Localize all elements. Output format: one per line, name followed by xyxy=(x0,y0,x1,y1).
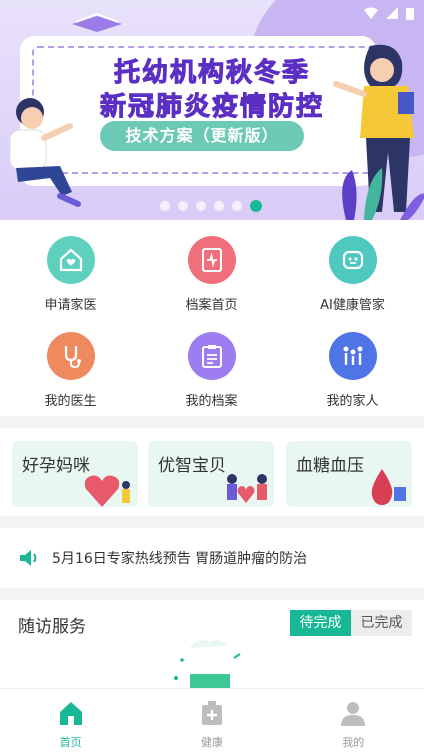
announcement-text: 5月16日专家热线预告 胃肠道肿瘤的防治 xyxy=(52,551,308,567)
feature-cards: 好孕妈咪 优智宝贝 血糖血压 xyxy=(0,428,424,516)
grid-item-record-home[interactable]: 档案首页 xyxy=(141,236,282,313)
announcement-bar[interactable]: 5月16日专家热线预告 胃肠道肿瘤的防治 xyxy=(0,528,424,588)
document-heart-icon xyxy=(187,236,236,284)
grid-label: 我的医生 xyxy=(44,394,97,409)
grid-label: 我的家人 xyxy=(326,394,379,409)
user-icon xyxy=(341,702,366,726)
family-icon xyxy=(328,332,377,380)
service-grid: 申请家医 档案首页 AI健康管家 我的医生 我的档案 我的家人 xyxy=(0,220,424,416)
card-smart-baby[interactable]: 优智宝贝 xyxy=(148,441,274,507)
medical-kit-icon xyxy=(201,701,222,725)
carousel-dot-active[interactable] xyxy=(250,200,262,212)
robot-icon xyxy=(328,236,377,284)
carousel-indicator xyxy=(160,200,262,212)
followup-tabs: 待完成 已完成 xyxy=(290,610,412,636)
nav-label-health: 健康 xyxy=(200,736,223,749)
followup-section: 随访服务 待完成 已完成 xyxy=(0,600,424,688)
nav-label-home: 首页 xyxy=(59,736,82,749)
person-illustration-left xyxy=(9,98,81,207)
plant-illustration xyxy=(342,168,424,220)
stethoscope-icon xyxy=(46,332,95,380)
card-pregnancy[interactable]: 好孕妈咪 xyxy=(12,441,138,507)
grid-item-my-record[interactable]: 我的档案 xyxy=(141,332,282,409)
carousel-dot[interactable] xyxy=(196,201,206,211)
carousel-dot[interactable] xyxy=(178,201,188,211)
grid-item-ai-health-manager[interactable]: AI健康管家 xyxy=(282,236,423,313)
wifi-icon xyxy=(364,7,378,19)
grid-label: 档案首页 xyxy=(185,298,238,313)
carousel-dot[interactable] xyxy=(232,201,242,211)
section-title: 随访服务 xyxy=(18,617,86,637)
nav-label-mine: 我的 xyxy=(342,736,365,749)
status-bar xyxy=(0,0,424,26)
grid-label: AI健康管家 xyxy=(320,298,385,313)
grid-label: 申请家医 xyxy=(44,298,97,313)
battery-icon xyxy=(406,7,414,20)
grid-item-my-family[interactable]: 我的家人 xyxy=(282,332,423,409)
nav-mine[interactable]: 我的 xyxy=(283,689,424,754)
nav-health[interactable]: 健康 xyxy=(141,689,282,754)
home-icon xyxy=(59,702,82,725)
card-label: 血糖血压 xyxy=(296,456,364,476)
kids-illustration xyxy=(227,474,267,503)
tab-completed[interactable]: 已完成 xyxy=(351,610,412,636)
bottom-navigation: 首页 健康 我的 xyxy=(0,688,424,754)
grid-item-my-doctor[interactable]: 我的医生 xyxy=(0,332,141,409)
tab-pending[interactable]: 待完成 xyxy=(290,610,351,636)
blood-drop-illustration xyxy=(371,469,406,505)
grid-item-apply-family-doctor[interactable]: 申请家医 xyxy=(0,236,141,313)
clipboard-icon xyxy=(187,332,236,380)
banner-carousel[interactable]: 托幼机构秋冬季 新冠肺炎疫情防控 技术方案（更新版） xyxy=(0,0,424,220)
card-blood-sugar-pressure[interactable]: 血糖血压 xyxy=(286,441,412,507)
home-heart-icon xyxy=(46,236,95,284)
carousel-dot[interactable] xyxy=(214,201,224,211)
grid-label: 我的档案 xyxy=(185,394,238,409)
nav-home[interactable]: 首页 xyxy=(0,689,141,754)
status-icons xyxy=(364,7,414,20)
empty-state-illustration xyxy=(174,639,241,688)
carousel-dot[interactable] xyxy=(160,201,170,211)
heart-illustration xyxy=(84,475,130,507)
signal-icon xyxy=(386,7,398,19)
speaker-icon xyxy=(20,550,37,566)
card-label: 好孕妈咪 xyxy=(22,456,90,476)
banner-subtitle-pill: 技术方案（更新版） xyxy=(100,121,304,151)
card-label: 优智宝贝 xyxy=(158,456,226,476)
